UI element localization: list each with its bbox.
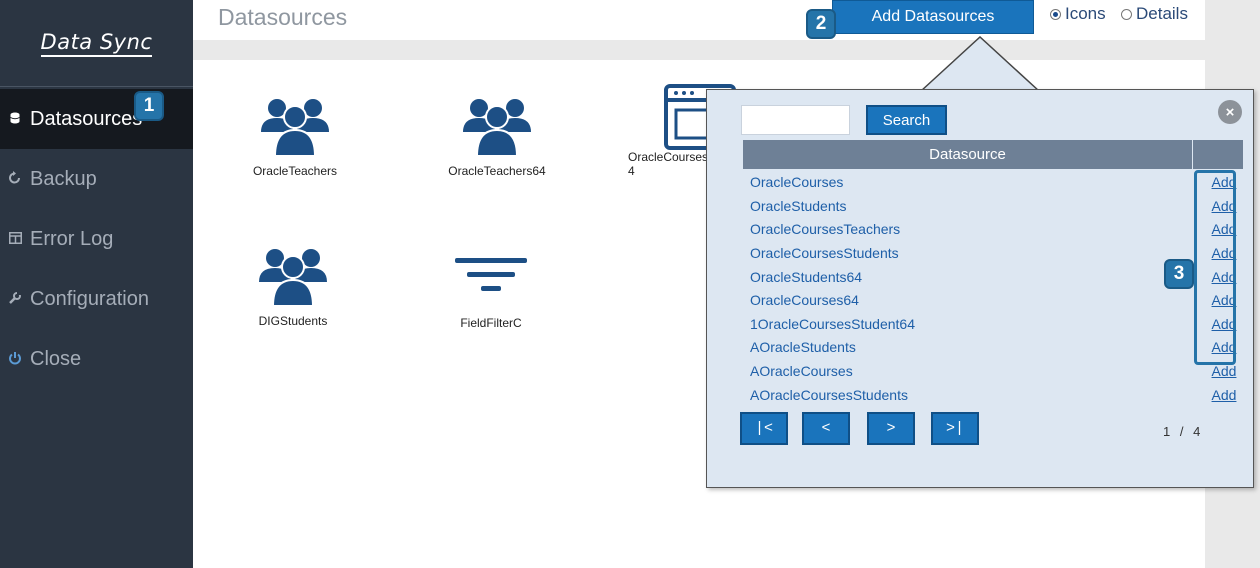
sidebar-item-backup[interactable]: Backup [0, 149, 193, 209]
datasource-name: AOracleStudents [750, 339, 856, 355]
datasource-name: 1OracleCoursesStudent64 [750, 316, 915, 332]
table-header: Datasource [743, 140, 1243, 169]
datasource-name: AOracleCoursesStudents [750, 387, 908, 403]
tile-label: OracleTeachers64 [448, 164, 546, 178]
database-icon [0, 111, 30, 127]
page-indicator: 1 / 4 [1163, 424, 1202, 439]
datasource-name: OracleStudents64 [750, 269, 863, 285]
sidebar-item-label: Close [30, 347, 82, 370]
app-logo: Data Sync [0, 0, 193, 87]
table-row: AOracleCoursesStudents Add [750, 383, 1244, 407]
datasource-tile[interactable]: DIGStudents [213, 246, 373, 328]
view-option-label: Icons [1065, 4, 1106, 23]
table-row: OracleCoursesTeachers Add [750, 217, 1244, 241]
tile-label: OracleCourses 4 [628, 150, 709, 178]
tile-label: OracleTeachers [252, 164, 338, 178]
page-title: Datasources [218, 4, 348, 30]
datasource-name: OracleCourses [750, 174, 844, 190]
datasource-name: OracleCourses64 [750, 292, 859, 308]
radio-icon [1121, 8, 1132, 20]
add-link[interactable]: Add [1204, 387, 1244, 403]
last-page-button[interactable]: >| [931, 412, 979, 445]
prev-page-button[interactable]: < [802, 412, 850, 445]
close-icon[interactable]: × [1218, 100, 1242, 124]
page-separator: / [1179, 424, 1186, 439]
refresh-icon [0, 170, 30, 188]
wrench-icon [0, 291, 30, 308]
users-icon [463, 99, 531, 157]
datasource-name: OracleCoursesTeachers [750, 221, 901, 237]
sidebar-item-label: Error Log [30, 227, 114, 250]
table-icon [0, 231, 30, 247]
callout-badge: 2 [806, 9, 836, 39]
column-header-action [1193, 140, 1243, 169]
power-icon [0, 351, 30, 368]
view-option-label: Details [1136, 4, 1188, 23]
callout-badge: 3 [1164, 259, 1194, 289]
datasource-tile[interactable]: OracleTeachers64 [417, 96, 577, 178]
total-pages: 4 [1193, 424, 1203, 439]
add-datasources-button[interactable]: Add Datasources [832, 0, 1034, 34]
add-links-highlight [1194, 170, 1236, 365]
view-option-details[interactable]: Details [1121, 4, 1188, 24]
sidebar-item-datasources[interactable]: Datasources [0, 89, 193, 149]
column-header-datasource: Datasource [743, 140, 1193, 169]
table-row: OracleCourses64 Add [750, 288, 1244, 312]
add-link[interactable]: Add [1204, 363, 1244, 379]
datasource-tile[interactable]: OracleCourses 4 [628, 84, 736, 178]
table-row: OracleStudents Add [750, 194, 1244, 218]
tile-label: FieldFilterC [460, 316, 522, 330]
first-page-button[interactable]: |< [740, 412, 788, 445]
datasource-name: AOracleCourses [750, 363, 853, 379]
sidebar-item-label: Configuration [30, 287, 149, 310]
datasource-name: OracleStudents [750, 198, 847, 214]
sidebar-item-label: Backup [30, 167, 97, 190]
search-input[interactable] [741, 105, 850, 135]
filter-icon [455, 258, 527, 291]
datasource-tile[interactable]: FieldFilterC [411, 256, 571, 330]
sidebar-item-label: Datasources [30, 107, 143, 130]
view-option-icons[interactable]: Icons [1050, 4, 1106, 24]
table-row: OracleCourses Add [750, 170, 1244, 194]
table-row: 1OracleCoursesStudent64 Add [750, 312, 1244, 336]
radio-icon [1050, 8, 1061, 20]
logo-text: Data Sync [40, 30, 153, 57]
table-row: AOracleCourses Add [750, 359, 1244, 383]
tile-label: DIGStudents [258, 314, 328, 328]
callout-badge: 1 [134, 91, 164, 121]
users-icon [261, 99, 329, 157]
datasource-tile[interactable]: OracleTeachers [215, 96, 375, 178]
search-button[interactable]: Search [866, 105, 947, 135]
sidebar-item-error-log[interactable]: Error Log [0, 209, 193, 269]
header-divider [193, 40, 1205, 60]
datasource-name: OracleCoursesStudents [750, 245, 899, 261]
table-row: AOracleStudents Add [750, 335, 1244, 359]
popup-pointer [920, 36, 1040, 92]
sidebar-item-configuration[interactable]: Configuration [0, 269, 193, 329]
sidebar-item-close[interactable]: Close [0, 329, 193, 389]
current-page: 1 [1163, 424, 1173, 439]
users-icon [259, 249, 327, 307]
next-page-button[interactable]: > [867, 412, 915, 445]
sidebar: Data Sync Datasources Backup Error Log C… [0, 0, 193, 568]
